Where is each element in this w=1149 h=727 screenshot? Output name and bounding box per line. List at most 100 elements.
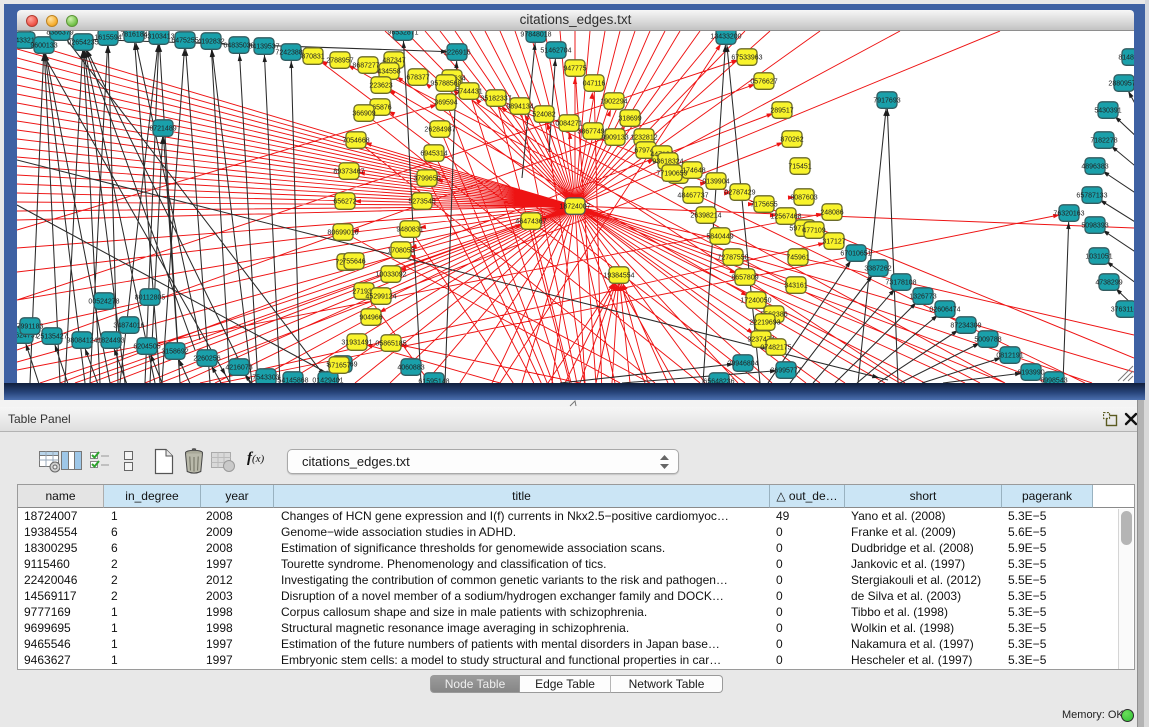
svg-text:76320163: 76320163 — [1053, 211, 1084, 218]
svg-text:289517: 289517 — [770, 108, 793, 115]
svg-text:755646: 755646 — [342, 259, 365, 266]
svg-text:1708053: 1708053 — [387, 248, 414, 255]
svg-text:10033092: 10033092 — [375, 272, 406, 279]
svg-text:9480831: 9480831 — [396, 227, 423, 234]
svg-text:26284987: 26284987 — [424, 127, 455, 134]
svg-text:98084124: 98084124 — [66, 338, 97, 345]
svg-text:54145868: 54145868 — [277, 378, 308, 384]
svg-text:97848018: 97848018 — [520, 32, 551, 39]
svg-text:3799650: 3799650 — [413, 176, 440, 183]
svg-text:26398214: 26398214 — [690, 213, 721, 220]
svg-text:5273545: 5273545 — [408, 199, 435, 206]
svg-text:6193990: 6193990 — [1017, 370, 1044, 377]
svg-text:19384554: 19384554 — [603, 273, 634, 280]
svg-text:1326773: 1326773 — [909, 294, 936, 301]
svg-text:73178108: 73178108 — [885, 280, 916, 287]
svg-text:5744431: 5744431 — [455, 89, 482, 96]
svg-text:1902294: 1902294 — [600, 99, 627, 106]
svg-text:07482175: 07482175 — [760, 345, 791, 352]
svg-text:870831: 870831 — [301, 54, 324, 61]
svg-text:7054668: 7054668 — [342, 138, 369, 145]
svg-text:17240050: 17240050 — [740, 298, 771, 305]
svg-text:96532871: 96532871 — [387, 31, 418, 37]
svg-text:6945314: 6945314 — [420, 151, 447, 158]
svg-text:80699016: 80699016 — [327, 230, 358, 237]
svg-text:67533963: 67533963 — [731, 55, 762, 62]
svg-text:4060883: 4060883 — [397, 365, 424, 372]
svg-text:1824493: 1824493 — [97, 338, 124, 345]
svg-text:18724007: 18724007 — [559, 204, 590, 211]
svg-text:8087603: 8087603 — [790, 195, 817, 202]
svg-text:45299124: 45299124 — [365, 294, 396, 301]
svg-text:6998543: 6998543 — [1040, 378, 1067, 384]
svg-text:715451: 715451 — [788, 164, 811, 171]
svg-text:7175655: 7175655 — [750, 202, 777, 209]
svg-text:65787133: 65787133 — [1076, 193, 1107, 200]
svg-text:477109: 477109 — [802, 228, 825, 235]
svg-text:0576627: 0576627 — [750, 79, 777, 86]
svg-text:870262: 870262 — [780, 137, 803, 144]
svg-text:317127: 317127 — [822, 239, 845, 246]
svg-text:95788568: 95788568 — [430, 81, 461, 88]
svg-text:67010651: 67010651 — [840, 251, 871, 258]
svg-text:0084271: 0084271 — [555, 121, 582, 128]
svg-text:5840449: 5840449 — [706, 234, 733, 241]
svg-text:28809570: 28809570 — [1108, 81, 1134, 88]
svg-text:00524278: 00524278 — [88, 299, 119, 306]
svg-text:65648236: 65648236 — [703, 379, 734, 384]
svg-text:2260256: 2260256 — [193, 356, 220, 363]
svg-text:35182337: 35182337 — [480, 96, 511, 103]
svg-text:51462704: 51462704 — [540, 48, 571, 55]
svg-text:8386379: 8386379 — [46, 31, 73, 37]
svg-text:13433200: 13433200 — [710, 34, 741, 41]
svg-text:72787558: 72787558 — [717, 255, 748, 262]
svg-text:248086: 248086 — [820, 210, 843, 217]
svg-text:7917693: 7917693 — [873, 98, 900, 105]
svg-text:4896383: 4896383 — [1081, 164, 1108, 171]
svg-text:8148932: 8148932 — [1118, 55, 1134, 62]
svg-text:9909133: 9909133 — [601, 135, 628, 142]
svg-text:80112805: 80112805 — [135, 295, 166, 302]
svg-text:1226916: 1226916 — [443, 50, 470, 57]
svg-text:22219693: 22219693 — [749, 320, 780, 327]
svg-text:48467737: 48467737 — [677, 193, 708, 200]
svg-text:5098393: 5098393 — [1081, 223, 1108, 230]
svg-text:6475255: 6475255 — [171, 38, 198, 45]
svg-text:366909: 366909 — [352, 111, 375, 118]
svg-text:8657809: 8657809 — [731, 275, 758, 282]
svg-text:31931491: 31931491 — [341, 340, 372, 347]
svg-text:12567468: 12567468 — [770, 214, 801, 221]
svg-text:34874016: 34874016 — [113, 323, 144, 330]
svg-text:7182278: 7182278 — [1090, 138, 1117, 145]
svg-text:4192832: 4192832 — [197, 39, 224, 46]
svg-text:0812191: 0812191 — [996, 353, 1023, 360]
svg-text:3387262: 3387262 — [864, 266, 891, 273]
svg-text:5430391: 5430391 — [1094, 108, 1121, 115]
svg-text:1232812: 1232812 — [630, 135, 657, 142]
svg-text:6204505: 6204505 — [133, 344, 160, 351]
svg-text:77190659: 77190659 — [656, 171, 687, 178]
svg-text:047116: 047116 — [583, 81, 606, 88]
svg-text:61595148: 61595148 — [418, 379, 449, 384]
svg-text:8721489: 8721489 — [149, 126, 176, 133]
svg-text:678377: 678377 — [406, 75, 429, 82]
svg-text:36995777: 36995777 — [770, 368, 801, 375]
svg-text:4216073: 4216073 — [225, 365, 252, 372]
svg-text:7991183: 7991183 — [17, 324, 43, 331]
svg-text:671657: 671657 — [327, 363, 350, 370]
svg-text:524082: 524082 — [532, 112, 555, 119]
svg-text:0139904: 0139904 — [702, 179, 729, 186]
svg-text:4738299: 4738299 — [1095, 280, 1122, 287]
svg-text:5009788: 5009788 — [974, 337, 1001, 344]
svg-text:434558: 434558 — [377, 69, 400, 76]
svg-text:02606474: 02606474 — [929, 307, 960, 314]
svg-text:947775: 947775 — [563, 66, 586, 73]
svg-text:1615594: 1615594 — [94, 35, 121, 42]
svg-text:05865185: 05865185 — [375, 341, 406, 348]
svg-text:37631165: 37631165 — [1111, 307, 1134, 314]
svg-text:904966: 904966 — [359, 315, 382, 322]
svg-text:46474367: 46474367 — [515, 219, 546, 226]
svg-text:9894134: 9894134 — [506, 104, 533, 111]
svg-text:9600133: 9600133 — [30, 43, 57, 50]
svg-text:2788957: 2788957 — [326, 58, 353, 65]
